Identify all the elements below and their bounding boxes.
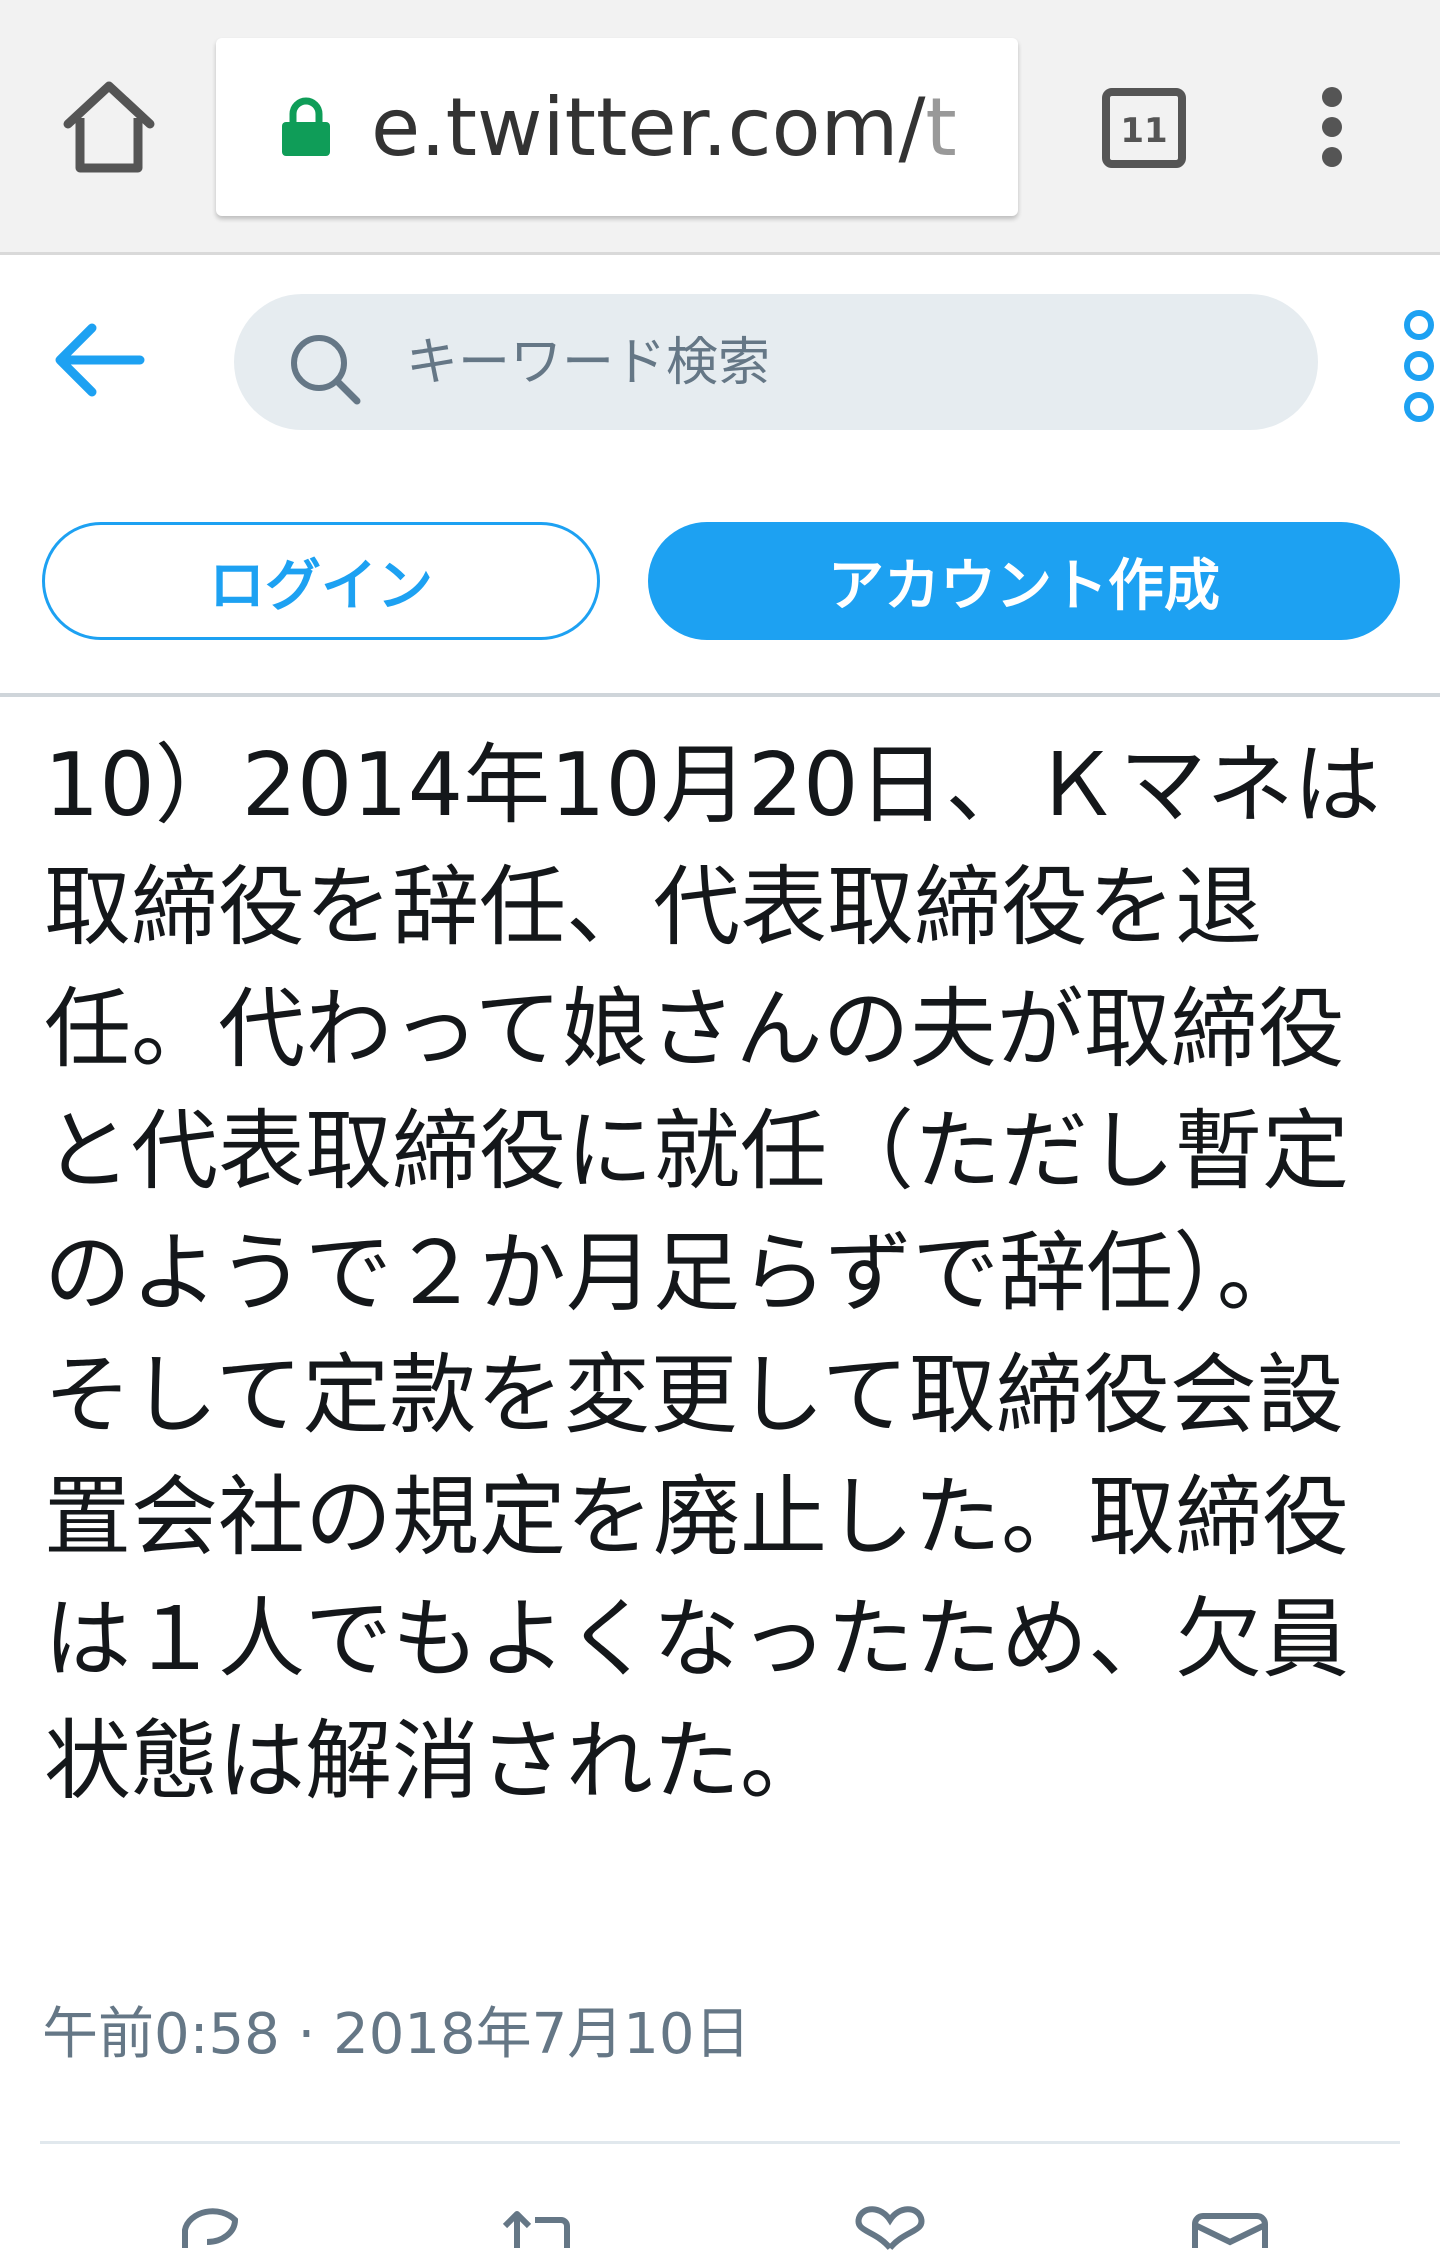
like-icon[interactable]	[845, 2190, 935, 2251]
tab-count: 11	[1120, 111, 1167, 151]
signup-button[interactable]: アカウント作成	[648, 522, 1400, 640]
back-arrow-icon[interactable]	[52, 322, 148, 398]
share-icon[interactable]	[1185, 2190, 1275, 2250]
address-bar[interactable]: e.twitter.com/t	[216, 38, 1018, 216]
search-box[interactable]	[234, 294, 1318, 430]
url-text: e.twitter.com/t	[371, 80, 957, 176]
browser-toolbar: e.twitter.com/t 11	[0, 0, 1440, 255]
overflow-menu-icon[interactable]	[1315, 86, 1349, 168]
home-icon[interactable]	[58, 78, 160, 176]
url-host: e.twitter.com/	[371, 81, 926, 174]
lock-icon	[280, 96, 332, 156]
more-vertical-icon[interactable]	[1402, 308, 1436, 424]
tab-switcher-icon[interactable]: 11	[1100, 86, 1188, 170]
reply-icon[interactable]	[165, 2190, 255, 2250]
search-icon	[288, 332, 362, 406]
url-path: t	[925, 81, 957, 174]
search-input[interactable]	[404, 318, 1288, 408]
login-button[interactable]: ログイン	[42, 522, 600, 640]
retweet-icon[interactable]	[495, 2190, 585, 2250]
tweet-divider	[40, 2141, 1400, 2144]
tweet-text: 10）2014年10月20日、Ｋマネは取締役を辞任、代表取締役を退任。代わって娘…	[44, 734, 1381, 1812]
tweet-timestamp[interactable]: 午前0:58 · 2018年7月10日	[42, 1990, 751, 2080]
header-divider	[0, 693, 1440, 697]
